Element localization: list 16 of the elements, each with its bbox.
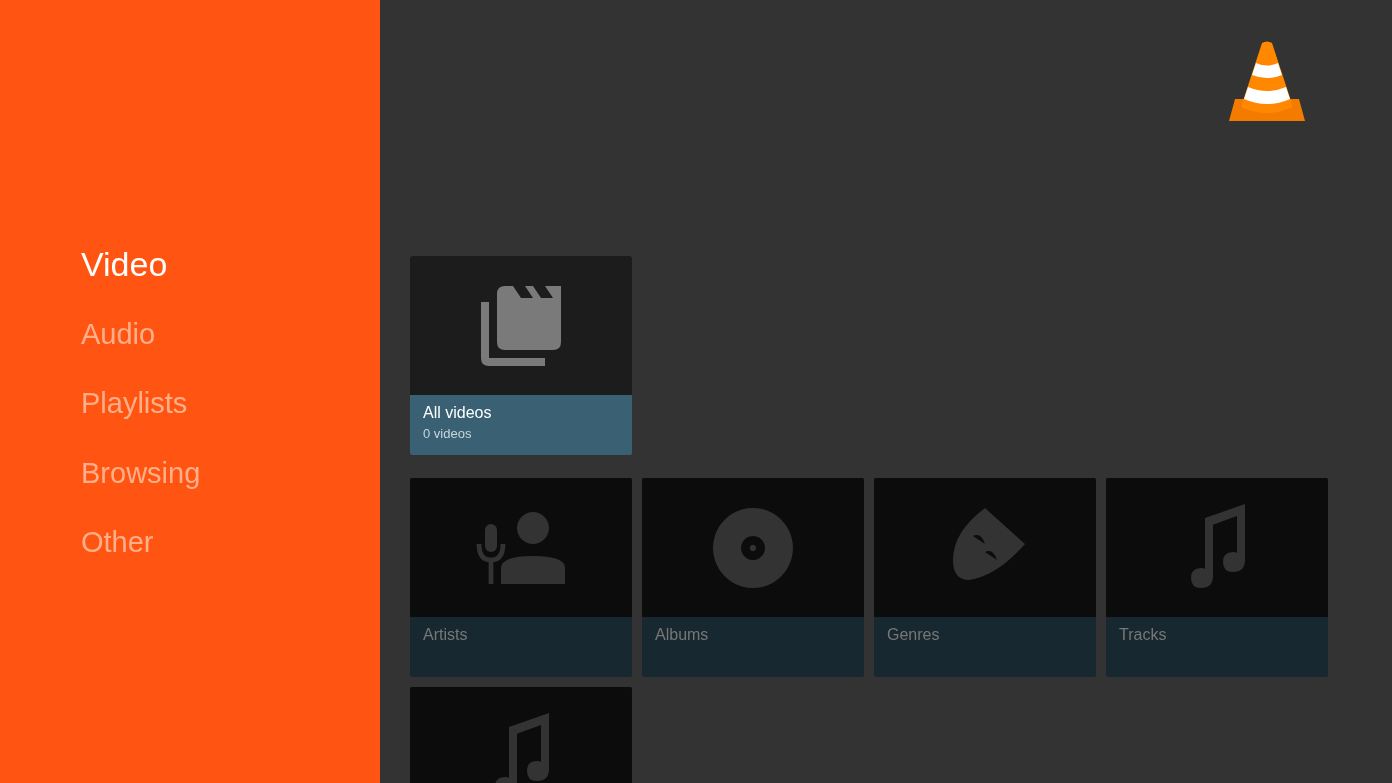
category-card[interactable]: Artists: [410, 478, 632, 677]
category-card[interactable]: Albums: [642, 478, 864, 677]
nav-item[interactable]: Other: [81, 516, 154, 586]
card-title: Tracks: [1119, 626, 1167, 644]
card-title: Artists: [423, 626, 468, 644]
nav-item[interactable]: Audio: [81, 307, 156, 377]
card-title: Albums: [655, 626, 709, 644]
category-card[interactable]: All videos 0 videos: [410, 256, 632, 455]
card-title: All videos: [423, 404, 492, 422]
card-subtitle: 0 videos: [423, 426, 472, 441]
card-title: Genres: [887, 626, 940, 644]
nav-item[interactable]: Video: [81, 238, 168, 308]
category-card[interactable]: Genres: [874, 478, 1096, 677]
category-card[interactable]: Tracks: [1106, 478, 1328, 677]
nav-item[interactable]: Playlists: [81, 377, 188, 447]
nav-item[interactable]: Browsing: [81, 446, 201, 516]
